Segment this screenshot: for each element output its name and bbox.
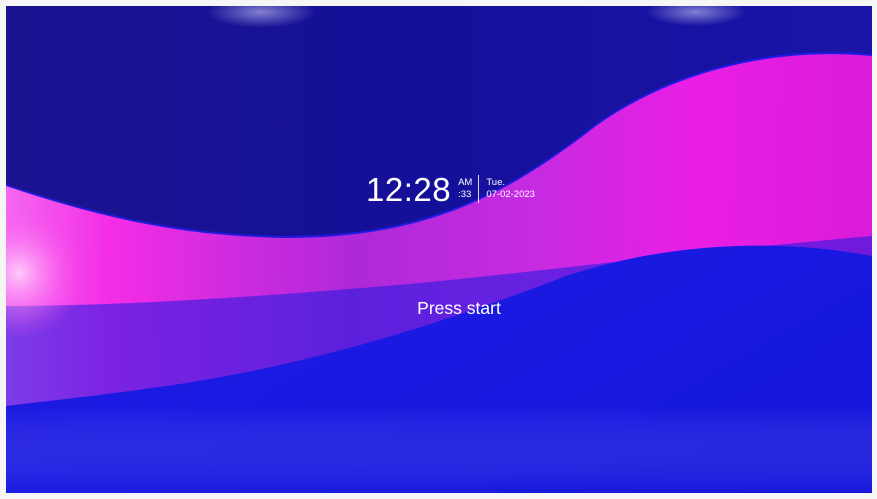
- clock-divider: [478, 175, 480, 203]
- press-start-prompt[interactable]: Press start: [6, 298, 872, 319]
- clock-ampm-seconds: AM :33: [458, 177, 472, 201]
- tv-screen: 12:28 AM :33 Tue. 07-02-2023 Press start: [6, 6, 872, 493]
- clock-weekday: Tue.: [486, 177, 506, 188]
- photo-frame: 12:28 AM :33 Tue. 07-02-2023 Press start: [0, 0, 877, 499]
- clock-date: Tue. 07-02-2023: [486, 177, 535, 201]
- clock-widget: 12:28 AM :33 Tue. 07-02-2023: [366, 169, 535, 209]
- clock-seconds: :33: [458, 189, 472, 200]
- clock-date-value: 07-02-2023: [486, 189, 535, 200]
- clock-ampm: AM: [458, 177, 473, 188]
- clock-time: 12:28: [366, 170, 452, 208]
- wallpaper: [6, 6, 872, 493]
